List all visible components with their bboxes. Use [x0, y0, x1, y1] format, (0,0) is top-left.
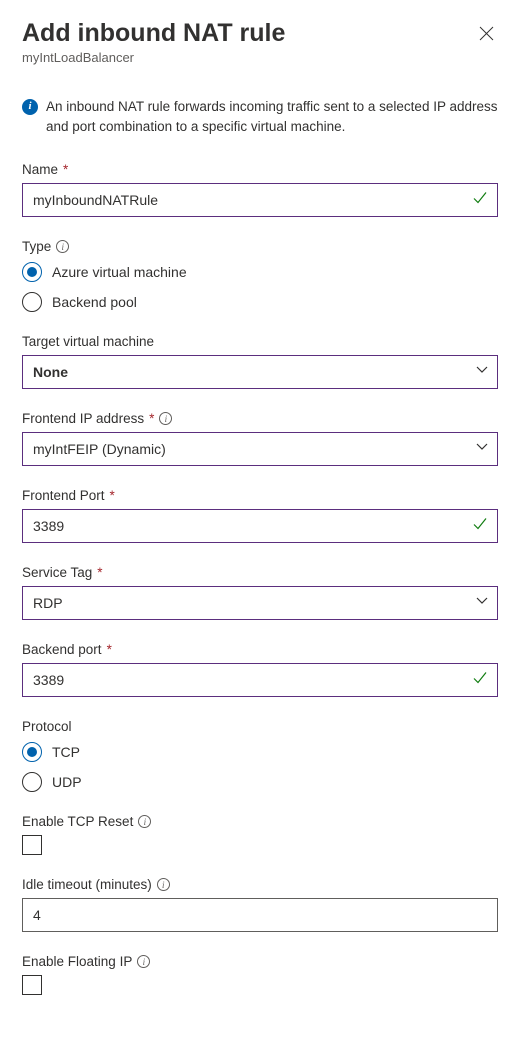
frontend-ip-label: Frontend IP address * i	[22, 411, 498, 426]
field-name: Name *	[22, 162, 498, 217]
name-input-wrap	[22, 183, 498, 217]
backend-port-input[interactable]	[22, 663, 498, 697]
protocol-radio-tcp[interactable]: TCP	[22, 742, 498, 762]
protocol-label: Protocol	[22, 719, 498, 734]
protocol-radio-group: TCP UDP	[22, 742, 498, 792]
panel-header: Add inbound NAT rule myIntLoadBalancer	[22, 18, 498, 65]
close-button[interactable]	[475, 22, 498, 45]
backend-port-label: Backend port *	[22, 642, 498, 657]
info-icon[interactable]: i	[157, 878, 170, 891]
field-service-tag: Service Tag * RDP	[22, 565, 498, 620]
protocol-radio-udp[interactable]: UDP	[22, 772, 498, 792]
radio-icon	[22, 772, 42, 792]
idle-timeout-label: Idle timeout (minutes) i	[22, 877, 498, 892]
tcp-reset-label-text: Enable TCP Reset	[22, 814, 133, 829]
target-vm-value: None	[22, 355, 498, 389]
field-floating-ip: Enable Floating IP i	[22, 954, 498, 995]
close-icon	[479, 26, 494, 41]
floating-ip-checkbox[interactable]	[22, 975, 42, 995]
field-backend-port: Backend port *	[22, 642, 498, 697]
name-label: Name *	[22, 162, 498, 177]
service-tag-label: Service Tag *	[22, 565, 498, 580]
target-vm-select[interactable]: None	[22, 355, 498, 389]
protocol-radio-tcp-label: TCP	[52, 744, 80, 760]
field-protocol: Protocol TCP UDP	[22, 719, 498, 792]
type-radio-pool[interactable]: Backend pool	[22, 292, 498, 312]
tcp-reset-checkbox[interactable]	[22, 835, 42, 855]
check-icon	[472, 670, 488, 691]
field-target-vm: Target virtual machine None	[22, 334, 498, 389]
field-idle-timeout: Idle timeout (minutes) i	[22, 877, 498, 932]
field-frontend-ip: Frontend IP address * i myIntFEIP (Dynam…	[22, 411, 498, 466]
target-vm-label: Target virtual machine	[22, 334, 498, 349]
info-icon[interactable]: i	[138, 815, 151, 828]
nat-rule-panel: Add inbound NAT rule myIntLoadBalancer i…	[0, 0, 520, 1025]
protocol-radio-udp-label: UDP	[52, 774, 82, 790]
info-icon: i	[22, 99, 38, 115]
frontend-port-label-text: Frontend Port	[22, 488, 105, 503]
protocol-label-text: Protocol	[22, 719, 72, 734]
type-radio-pool-label: Backend pool	[52, 294, 137, 310]
service-tag-value: RDP	[22, 586, 498, 620]
info-icon[interactable]: i	[137, 955, 150, 968]
floating-ip-label: Enable Floating IP i	[22, 954, 498, 969]
name-label-text: Name	[22, 162, 58, 177]
idle-timeout-label-text: Idle timeout (minutes)	[22, 877, 152, 892]
type-label-text: Type	[22, 239, 51, 254]
floating-ip-label-text: Enable Floating IP	[22, 954, 132, 969]
required-asterisk: *	[63, 162, 68, 177]
radio-icon	[22, 292, 42, 312]
tcp-reset-label: Enable TCP Reset i	[22, 814, 498, 829]
frontend-ip-select[interactable]: myIntFEIP (Dynamic)	[22, 432, 498, 466]
required-asterisk: *	[149, 411, 154, 426]
frontend-ip-value: myIntFEIP (Dynamic)	[22, 432, 498, 466]
target-vm-label-text: Target virtual machine	[22, 334, 154, 349]
backend-port-input-wrap	[22, 663, 498, 697]
name-input[interactable]	[22, 183, 498, 217]
frontend-port-input-wrap	[22, 509, 498, 543]
idle-timeout-input[interactable]	[22, 898, 498, 932]
required-asterisk: *	[107, 642, 112, 657]
info-icon[interactable]: i	[159, 412, 172, 425]
required-asterisk: *	[110, 488, 115, 503]
type-radio-group: Azure virtual machine Backend pool	[22, 262, 498, 312]
frontend-port-label: Frontend Port *	[22, 488, 498, 503]
field-tcp-reset: Enable TCP Reset i	[22, 814, 498, 855]
info-icon[interactable]: i	[56, 240, 69, 253]
radio-icon	[22, 742, 42, 762]
check-icon	[472, 516, 488, 537]
type-radio-vm-label: Azure virtual machine	[52, 264, 187, 280]
backend-port-label-text: Backend port	[22, 642, 102, 657]
service-tag-label-text: Service Tag	[22, 565, 92, 580]
frontend-port-input[interactable]	[22, 509, 498, 543]
header-text: Add inbound NAT rule myIntLoadBalancer	[22, 18, 285, 65]
field-frontend-port: Frontend Port *	[22, 488, 498, 543]
check-icon	[472, 190, 488, 211]
type-radio-vm[interactable]: Azure virtual machine	[22, 262, 498, 282]
frontend-ip-label-text: Frontend IP address	[22, 411, 144, 426]
type-label: Type i	[22, 239, 498, 254]
field-type: Type i Azure virtual machine Backend poo…	[22, 239, 498, 312]
info-banner: i An inbound NAT rule forwards incoming …	[22, 97, 498, 136]
panel-title: Add inbound NAT rule	[22, 18, 285, 48]
info-text: An inbound NAT rule forwards incoming tr…	[46, 97, 498, 136]
required-asterisk: *	[97, 565, 102, 580]
service-tag-select[interactable]: RDP	[22, 586, 498, 620]
radio-icon	[22, 262, 42, 282]
panel-subtitle: myIntLoadBalancer	[22, 50, 285, 65]
